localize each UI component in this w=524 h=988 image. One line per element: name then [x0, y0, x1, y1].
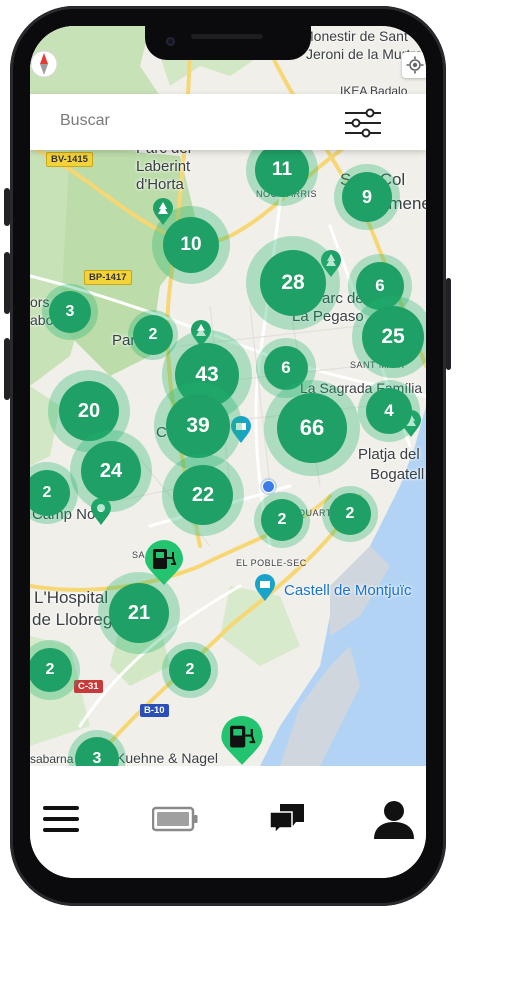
map-label: Castell de Montjuïc: [284, 582, 412, 599]
front-camera: [166, 37, 175, 46]
map-label: Bogatell: [370, 466, 425, 483]
station-cluster[interactable]: 4: [358, 380, 420, 442]
map-label: L'Hospital: [34, 588, 109, 607]
cluster-count: 21: [109, 583, 169, 643]
cluster-count: 28: [260, 250, 326, 316]
cluster-count: 2: [133, 315, 173, 355]
station-cluster[interactable]: 9: [334, 164, 400, 230]
phone-notch: [145, 26, 311, 60]
my-location-icon: [406, 56, 424, 74]
cluster-count: 2: [30, 648, 72, 692]
tab-chat[interactable]: [266, 798, 308, 840]
filter-sliders-icon[interactable]: [344, 108, 382, 138]
station-cluster[interactable]: 66: [264, 380, 360, 476]
cluster-count: 39: [166, 394, 230, 458]
side-button-power: [446, 278, 451, 370]
cluster-count: 4: [366, 388, 412, 434]
road-sign: BP-1417: [84, 270, 132, 285]
road-sign: B-10: [140, 704, 169, 717]
cluster-count: 3: [49, 291, 91, 333]
battery-icon: [152, 806, 198, 832]
side-button-mute: [4, 188, 10, 226]
locate-button[interactable]: [402, 52, 426, 78]
bottom-tab-bar: [30, 766, 426, 878]
cluster-count: 9: [342, 172, 392, 222]
tab-profile[interactable]: [372, 798, 416, 840]
cluster-count: 25: [362, 306, 424, 368]
search-input[interactable]: Buscar: [60, 112, 110, 130]
museum-pin-icon: [255, 574, 275, 601]
compass-icon[interactable]: [30, 50, 58, 78]
map-label: d'Horta: [136, 176, 184, 193]
cluster-count: 2: [30, 470, 70, 516]
station-cluster[interactable]: 2: [254, 492, 310, 548]
station-cluster[interactable]: 2: [322, 486, 378, 542]
station-cluster[interactable]: 28: [246, 236, 340, 330]
app-screen: Monestir de Sant Jeroni de la Murtra IKE…: [30, 26, 426, 878]
cluster-count: 2: [329, 493, 371, 535]
map-label: Laberint: [136, 158, 191, 175]
earpiece-speaker: [191, 34, 263, 39]
chat-icon: [269, 804, 304, 835]
tab-battery[interactable]: [152, 798, 198, 840]
menu-icon: [43, 806, 79, 832]
cluster-count: 22: [173, 465, 233, 525]
user-location-dot: [262, 480, 275, 493]
road-sign: C-31: [74, 680, 103, 693]
map-label: sabarna: [30, 752, 74, 766]
tab-menu[interactable]: [40, 798, 82, 840]
map-label: Monestir de Sant: [302, 28, 408, 44]
station-cluster[interactable]: 2: [162, 642, 218, 698]
cluster-count: 10: [163, 217, 219, 273]
map-label: Kuehne & Nagel: [116, 750, 218, 766]
search-bar[interactable]: Buscar: [30, 94, 426, 150]
cluster-count: 2: [261, 499, 303, 541]
station-cluster[interactable]: 3: [42, 284, 98, 340]
map-label: EL POBLE-SEC: [236, 558, 307, 568]
station-cluster[interactable]: 25: [352, 296, 426, 378]
station-cluster[interactable]: 22: [162, 454, 244, 536]
side-button-volume-up: [4, 252, 10, 314]
cluster-count: 2: [169, 649, 211, 691]
charging-station-pin-icon[interactable]: [220, 716, 264, 766]
profile-icon: [374, 801, 414, 839]
cluster-count: 66: [277, 393, 347, 463]
cluster-count: 11: [255, 143, 309, 197]
side-button-volume-down: [4, 338, 10, 400]
map-label: Platja del: [358, 446, 420, 463]
road-sign: BV-1415: [46, 152, 93, 167]
station-cluster[interactable]: 21: [98, 572, 180, 654]
cluster-count: 24: [81, 441, 141, 501]
station-cluster[interactable]: 10: [152, 206, 230, 284]
station-cluster[interactable]: 24: [70, 430, 152, 512]
